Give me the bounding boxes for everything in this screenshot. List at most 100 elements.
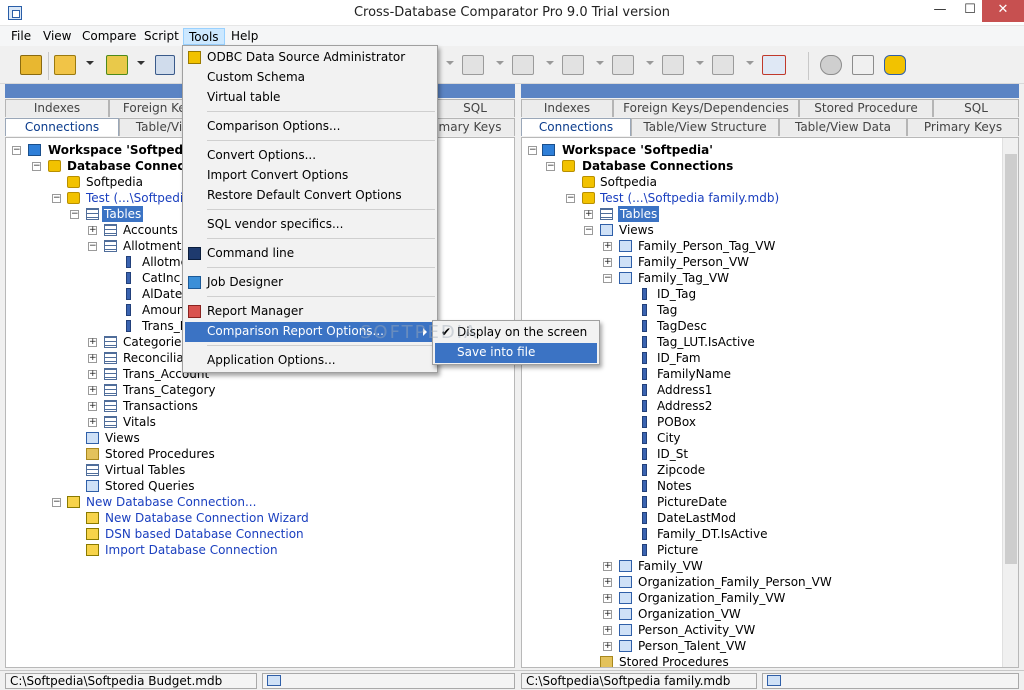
collapse-icon[interactable]: − [603,274,612,283]
tree-row[interactable]: PictureDate [522,494,1002,510]
tab-connections[interactable]: Connections [5,118,119,136]
right-tree-scrollbar[interactable] [1002,138,1018,667]
tree-row[interactable]: + Person_Talent_VW [522,638,1002,654]
tree-row[interactable]: POBox [522,414,1002,430]
collapse-icon[interactable]: − [528,146,537,155]
compare-data-icon[interactable] [512,55,534,75]
tree-row[interactable]: DateLastMod [522,510,1002,526]
tree-row[interactable]: DSN based Database Connection [6,526,506,542]
compare-structure-icon[interactable] [462,55,484,75]
chevron-down-icon[interactable] [496,61,504,65]
expand-icon[interactable]: + [603,626,612,635]
tree-row[interactable]: − Workspace 'Softpedia' [522,142,1002,158]
tab-table-view-structure[interactable]: Table/View Structure [631,118,779,136]
expand-icon[interactable]: + [603,578,612,587]
sync-icon[interactable] [762,55,786,75]
compare-keys-icon[interactable] [562,55,584,75]
compare-indexes-icon[interactable] [612,55,634,75]
expand-icon[interactable]: + [603,562,612,571]
expand-icon[interactable]: + [603,642,612,651]
chevron-down-icon[interactable] [86,61,94,65]
menu-item-virtual-table[interactable]: Virtual table [185,88,435,108]
add-connection-icon[interactable] [106,55,128,75]
tree-row[interactable]: Picture [522,542,1002,558]
tree-row[interactable]: + Family_Person_VW [522,254,1002,270]
menu-item-convert-options[interactable]: Convert Options... [185,146,435,166]
collapse-icon[interactable]: − [566,194,575,203]
tree-row[interactable]: − Database Connections [522,158,1002,174]
tree-row[interactable]: + Family_Person_Tag_VW [522,238,1002,254]
menu-item-custom-schema[interactable]: Custom Schema [185,68,435,88]
collapse-icon[interactable]: − [52,498,61,507]
tree-row[interactable]: Address1 [522,382,1002,398]
tree-row[interactable]: + Organization_VW [522,606,1002,622]
tree-row[interactable]: Address2 [522,398,1002,414]
save-icon[interactable] [155,55,175,75]
tab-primary-keys[interactable]: mary Keys [425,118,515,136]
collapse-icon[interactable]: − [32,162,41,171]
settings-gear-icon[interactable] [820,55,842,75]
tree-row[interactable]: + Organization_Family_VW [522,590,1002,606]
tree-row[interactable]: Stored Procedures [522,654,1002,667]
tree-row[interactable]: Views [6,430,506,446]
tree-row[interactable]: Notes [522,478,1002,494]
menu-item-command-line[interactable]: Command line [185,244,435,264]
tree-row[interactable]: + Tables [522,206,1002,222]
chevron-down-icon[interactable] [546,61,554,65]
tree-row[interactable]: Virtual Tables [6,462,506,478]
tree-row[interactable]: Stored Procedures [6,446,506,462]
chevron-down-icon[interactable] [746,61,754,65]
tree-row[interactable]: + Person_Activity_VW [522,622,1002,638]
menu-compare[interactable]: Compare [77,28,141,45]
menu-item-comparison-options[interactable]: Comparison Options... [185,117,435,137]
tree-row[interactable]: ID_Tag [522,286,1002,302]
menu-view[interactable]: View [38,28,76,45]
chevron-down-icon[interactable] [596,61,604,65]
workspace-gear-icon[interactable] [20,55,42,75]
sql-search-icon[interactable] [662,55,684,75]
submenu-item-save-into-file[interactable]: Save into file [435,343,597,363]
tree-row[interactable]: FamilyName [522,366,1002,382]
expand-icon[interactable]: + [603,258,612,267]
tab-sql[interactable]: SQL [435,99,515,117]
tree-row[interactable]: − Test (...\Softpedia family.mdb) [522,190,1002,206]
expand-icon[interactable]: + [603,242,612,251]
tab-indexes[interactable]: Indexes [521,99,613,117]
compare-procedures-icon[interactable] [712,55,734,75]
expand-icon[interactable]: + [88,418,97,427]
tree-row[interactable]: − Family_Tag_VW [522,270,1002,286]
menu-item-import-convert-options[interactable]: Import Convert Options [185,166,435,186]
expand-icon[interactable]: + [88,402,97,411]
maximize-button[interactable]: ☐ [955,0,985,22]
tree-row[interactable]: + Trans_Category [6,382,506,398]
tree-row[interactable]: Import Database Connection [6,542,506,558]
collapse-icon[interactable]: − [584,226,593,235]
menu-item-restore-convert-options[interactable]: Restore Default Convert Options [185,186,435,206]
tree-row[interactable]: Stored Queries [6,478,506,494]
expand-icon[interactable]: + [88,370,97,379]
expand-icon[interactable]: + [88,226,97,235]
expand-icon[interactable]: + [584,210,593,219]
database-help-icon[interactable] [884,55,906,75]
tab-connections[interactable]: Connections [521,118,631,136]
collapse-icon[interactable]: − [12,146,21,155]
menu-file[interactable]: File [6,28,36,45]
collapse-icon[interactable]: − [546,162,555,171]
tab-sql[interactable]: SQL [933,99,1019,117]
tab-table-view-data[interactable]: Table/View Data [779,118,907,136]
collapse-icon[interactable]: − [70,210,79,219]
tree-row[interactable]: Family_DT.IsActive [522,526,1002,542]
minimize-button[interactable]: — [925,0,955,22]
tree-row[interactable]: ID_St [522,446,1002,462]
close-button[interactable]: ✕ [982,0,1024,22]
collapse-icon[interactable]: − [88,242,97,251]
tab-primary-keys[interactable]: Primary Keys [907,118,1019,136]
menu-item-job-designer[interactable]: Job Designer [185,273,435,293]
menu-tools[interactable]: Tools [183,28,225,45]
tree-row[interactable]: + Vitals [6,414,506,430]
menu-help[interactable]: Help [226,28,263,45]
report-icon[interactable] [852,55,874,75]
tab-stored-procedure[interactable]: Stored Procedure [799,99,933,117]
menu-item-odbc[interactable]: ODBC Data Source Administrator [185,48,435,68]
tree-row[interactable]: Tag [522,302,1002,318]
